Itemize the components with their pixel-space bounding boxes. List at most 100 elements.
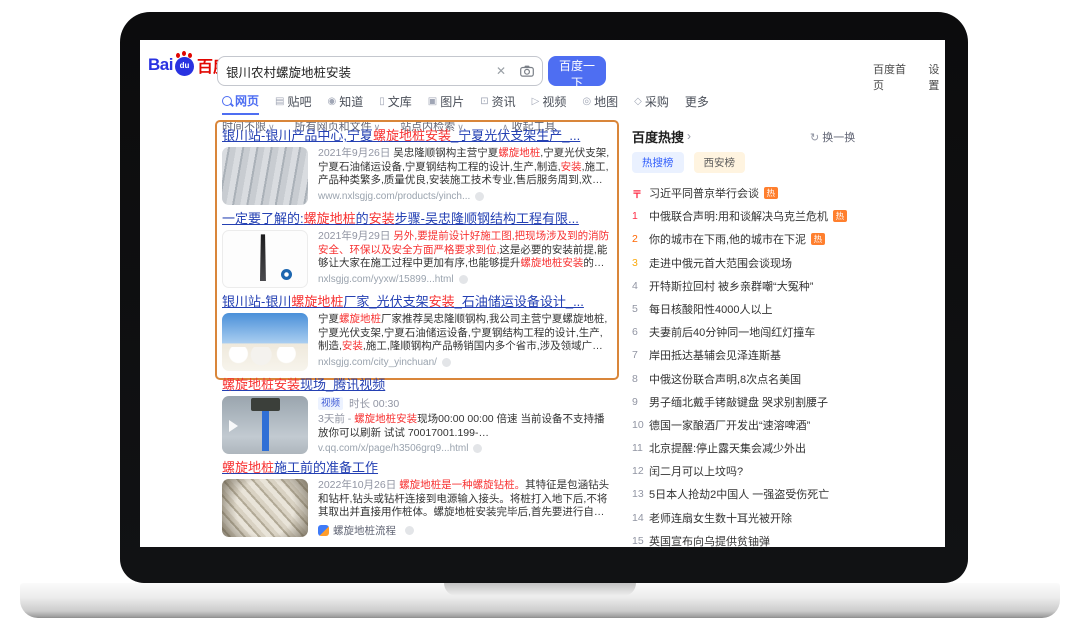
rank-number: 14 [632,512,649,524]
rank-number: 7 [632,349,649,361]
tab-zhidao[interactable]: ◉知道 [327,92,363,115]
video-tag-badge: 视频 [318,397,343,410]
search-category-tabs: 网页 ▤贴吧 ◉知道 ▯文库 ▣图片 ⊡资讯 ▷视频 ◎地图 ◇采购 更多 [222,92,709,115]
tab-more[interactable]: 更多 [685,92,709,115]
results-column: 银川站-银川产品中心,宁夏螺旋地桩安装_宁夏光伏支架生产_... 2021年9月… [222,128,610,547]
result-snippet: 2021年9月29日 另外,要提前设计好施工图,把现场涉及到的消防安全、环保以及… [318,230,610,271]
browser-viewport: Bai du 百度 ✕ 百度一下 百度首页 设置 [140,40,945,547]
chevron-right-icon: › [687,129,691,143]
result-url: nxlsgjg.com/city_yinchuan/ [318,357,610,368]
rank-number: 15 [632,535,649,547]
hot-search-item[interactable]: 7岸田抵达基辅会见泽连斯基 [632,347,934,363]
result-thumbnail[interactable] [222,396,308,454]
hot-search-item[interactable]: 3走进中俄元首大范围会谈现场 [632,255,934,271]
tab-maps[interactable]: ◎地图 [582,92,618,115]
result-source[interactable]: 螺旋地桩流程 [318,523,610,538]
source-site-icon [318,525,329,536]
rank-number: 10 [632,419,649,431]
search-result: 螺旋地桩安装现场_腾讯视频 视频 时长 00:30 3天前 - 螺旋地桩安装现场… [222,377,610,454]
result-url: www.nxlsgjg.com/products/yinch... [318,191,610,202]
hot-badge: 热 [833,210,847,222]
hot-search-item[interactable]: 1中俄联合声明:用和谈解决乌克兰危机热 [632,208,934,224]
video-duration: 时长 00:30 [349,396,399,411]
result-snippet: 宁夏螺旋地桩厂家推荐吴忠隆顺钢构,我公司主营宁夏螺旋地桩,宁夏光伏支架,宁夏石油… [318,313,610,354]
hot-search-item[interactable]: 〒习近平同普京举行会谈热 [632,185,934,201]
tab-webpage[interactable]: 网页 [222,92,259,115]
search-result: 银川站-银川螺旋地桩厂家_光伏支架安装_石油储运设备设计_... 宁夏螺旋地桩厂… [222,294,610,371]
rank-number: 5 [632,303,649,315]
result-title[interactable]: 银川站-银川螺旋地桩厂家_光伏支架安装_石油储运设备设计_... [222,294,610,309]
rank-number: 11 [632,442,649,454]
result-url: v.qq.com/x/page/h3506grq9...html [318,443,610,454]
hot-search-item[interactable]: 10德国一家酿酒厂开发出“速溶啤酒” [632,417,934,433]
search-icon [222,96,232,106]
hot-search-item[interactable]: 6夫妻前后40分钟同一地闯红灯撞车 [632,324,934,340]
pile-driver-machine [251,398,280,411]
camera-icon[interactable] [512,65,542,77]
result-thumbnail[interactable] [222,479,308,537]
result-thumbnail[interactable] [222,230,308,288]
search-button[interactable]: 百度一下 [548,56,606,86]
hot-search-title[interactable]: 百度热搜 [632,127,684,146]
tab-video[interactable]: ▷视频 [532,92,567,115]
hot-search-item[interactable]: 12闰二月可以上坟吗? [632,463,934,479]
hot-search-item[interactable]: 2你的城市在下雨,他的城市在下泥热 [632,231,934,247]
clear-icon[interactable]: ✕ [490,64,512,78]
home-link[interactable]: 百度首页 [873,61,906,93]
procurement-icon: ◇ [634,96,642,107]
tab-tieba[interactable]: ▤贴吧 [275,92,311,115]
hot-search-item[interactable]: 14老师连扇女生数十耳光被开除 [632,510,934,526]
tab-caigou[interactable]: ◇采购 [634,92,669,115]
hot-badge: 热 [764,187,778,199]
tab-xian-list[interactable]: 西安榜 [694,152,746,173]
site-info-icon[interactable] [442,358,451,367]
result-title[interactable]: 螺旋地桩施工前的准备工作 [222,460,610,475]
hot-search-tabs: 热搜榜 西安榜 [632,152,934,173]
result-url: nxlsgjg.com/yyxw/15899...html [318,274,610,285]
site-info-icon[interactable] [473,444,482,453]
logo-text-bai: Bai [148,55,173,75]
map-icon: ◎ [582,96,591,107]
rank-number: 6 [632,326,649,338]
result-title[interactable]: 螺旋地桩安装现场_腾讯视频 [222,377,610,392]
hot-search-item[interactable]: 8中俄这份联合声明,8次点名美国 [632,371,934,387]
result-thumbnail[interactable] [222,147,308,205]
tab-images[interactable]: ▣图片 [428,92,464,115]
images-icon: ▣ [428,96,437,107]
hot-search-item[interactable]: 5每日核酸阳性4000人以上 [632,301,934,317]
rank-number: 2 [632,233,649,245]
result-snippet: 2022年10月26日 螺旋地桩是一种螺旋钻桩。其特征是包涵钻头和钻杆,钻头或钻… [318,479,610,520]
tab-wenku[interactable]: ▯文库 [379,92,412,115]
result-title[interactable]: 银川站-银川产品中心,宁夏螺旋地桩安装_宁夏光伏支架生产_... [222,128,610,143]
related-searches-heading: 大家还在搜 [222,546,610,548]
settings-link[interactable]: 设置 [928,61,945,93]
site-info-icon[interactable] [405,526,414,535]
rank-number: 4 [632,280,649,292]
hot-search-item[interactable]: 11北京提醒:停止露天集会减少外出 [632,440,934,456]
rank-number: 3 [632,257,649,269]
result-title[interactable]: 一定要了解的:螺旋地桩的安装步骤-吴忠隆顺钢结构工程有限... [222,211,610,226]
hot-search-panel: 百度热搜 › ↻ 换一换 热搜榜 西安榜 〒习近平同普京举行会谈热 1中俄联合声… [632,128,934,547]
search-result: 银川站-银川产品中心,宁夏螺旋地桩安装_宁夏光伏支架生产_... 2021年9月… [222,128,610,205]
tab-news[interactable]: ⊡资讯 [480,92,515,115]
hot-search-item[interactable]: 9男子缅北戴手铐敲键盘 哭求别割腰子 [632,394,934,410]
tab-hot-list[interactable]: 热搜榜 [632,152,684,173]
hot-search-item[interactable]: 15英国宣布向乌提供贫铀弹 [632,533,934,547]
baidu-paw-icon: du [175,57,194,76]
search-input[interactable] [218,64,490,78]
hot-search-item[interactable]: 4开特斯拉回村 被乡亲群嘲“大冤种” [632,278,934,294]
rank-number: 13 [632,488,649,500]
search-box[interactable]: ✕ [217,56,543,86]
play-icon [229,420,238,432]
hot-search-item[interactable]: 135日本人抢劫2中国人 一强盗受伤死亡 [632,486,934,502]
zhidao-icon: ◉ [327,96,336,107]
pinned-icon: 〒 [632,186,649,201]
site-info-icon[interactable] [459,275,468,284]
rank-number: 8 [632,373,649,385]
hot-search-list: 〒习近平同普京举行会谈热 1中俄联合声明:用和谈解决乌克兰危机热 2你的城市在下… [632,185,934,547]
rank-number: 9 [632,396,649,408]
rank-number: 1 [632,210,649,222]
result-thumbnail[interactable] [222,313,308,371]
refresh-button[interactable]: ↻ 换一换 [810,129,855,145]
site-info-icon[interactable] [475,192,484,201]
